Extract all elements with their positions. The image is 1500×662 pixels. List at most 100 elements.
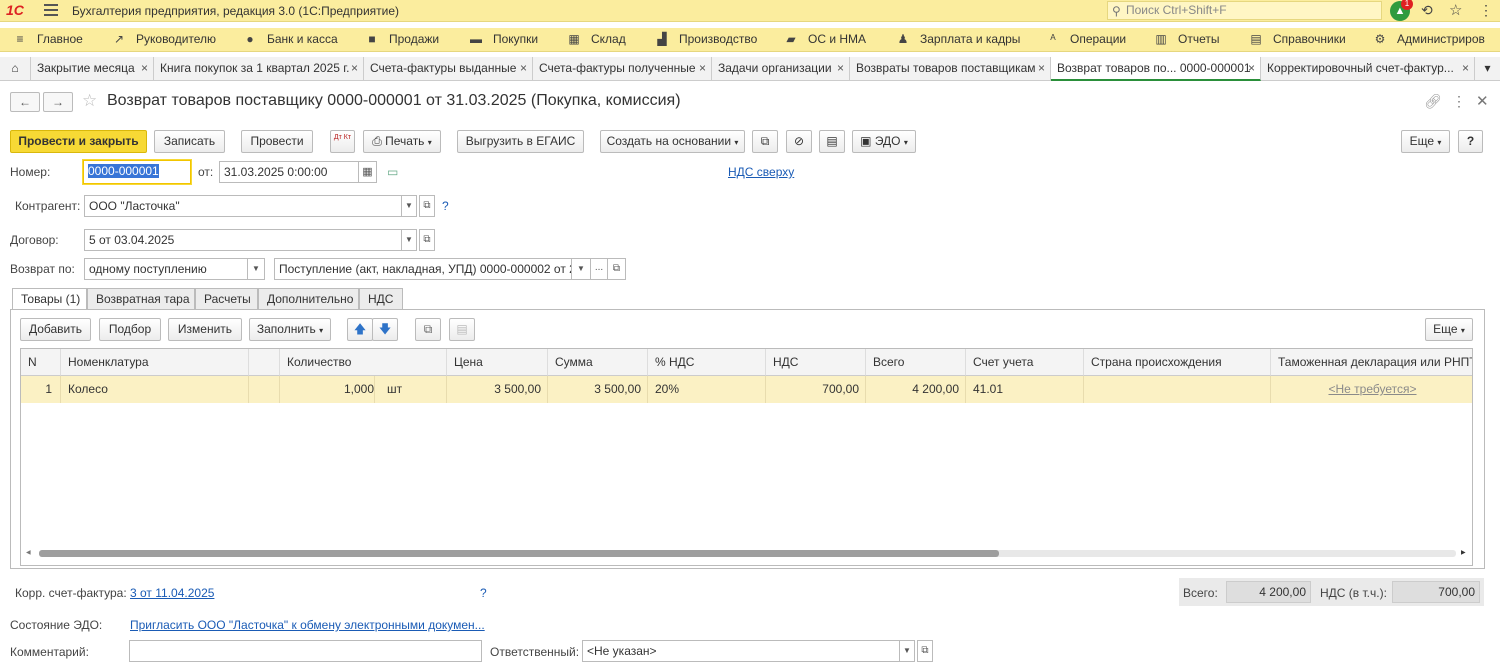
post-and-close-button[interactable]: Провести и закрыть [10, 130, 147, 153]
open-contract-icon[interactable]: ⧉ [419, 229, 435, 251]
number-field[interactable]: 0000-000001 [83, 160, 191, 184]
column-header[interactable]: N [21, 349, 61, 376]
close-icon[interactable]: × [1038, 61, 1045, 75]
dt-kt-button[interactable]: Дт Кт [330, 130, 355, 153]
cell-sum[interactable]: 3 500,00 [548, 376, 648, 403]
receipt-document-field[interactable]: Поступление (акт, накладная, УПД) 0000-0… [274, 258, 572, 280]
cell-price[interactable]: 3 500,00 [447, 376, 548, 403]
menu-item-assets[interactable]: ▰ ОС и НМА [783, 32, 866, 46]
tab-vat[interactable]: НДС [359, 288, 403, 310]
tab-goods[interactable]: Товары (1) [12, 288, 87, 311]
column-header[interactable]: Количество [280, 349, 447, 376]
menu-item-admin[interactable]: ⚙ Администриров [1372, 32, 1485, 46]
post-button[interactable]: Провести [241, 130, 313, 153]
cell-char[interactable] [249, 376, 280, 403]
counterparty-field[interactable]: ООО "Ласточка" [84, 195, 402, 217]
edo-invite-link[interactable]: Пригласить ООО "Ласточка" к обмену элект… [130, 618, 485, 632]
column-header[interactable]: Таможенная декларация или РНПТ [1271, 349, 1472, 376]
menu-item-bank[interactable]: ● Банк и касса [242, 32, 337, 46]
contract-dropdown[interactable]: ▼ [401, 229, 417, 251]
responsible-dropdown[interactable]: ▼ [899, 640, 915, 662]
column-header[interactable]: Сумма [548, 349, 648, 376]
more-button[interactable]: Еще ▾ [1401, 130, 1450, 153]
menu-item-operations[interactable]: ᴬ Операции [1045, 32, 1126, 46]
cell-account[interactable]: 41.01 [966, 376, 1084, 403]
comment-field[interactable] [129, 640, 482, 662]
cell-qty[interactable]: 1,000 [280, 376, 375, 403]
cell-vat[interactable]: 700,00 [766, 376, 866, 403]
open-counterparty-icon[interactable]: ⧉ [419, 195, 435, 217]
move-up-icon[interactable]: 🡅︎ [347, 318, 373, 341]
scrollbar-thumb[interactable] [39, 550, 999, 557]
menu-item-production[interactable]: ▟ Производство [654, 32, 757, 46]
counterparty-dropdown[interactable]: ▼ [401, 195, 417, 217]
main-menu-icon[interactable] [44, 4, 58, 16]
copy-row-icon[interactable]: ⧉ [415, 318, 441, 341]
column-header[interactable]: % НДС [648, 349, 766, 376]
menu-item-catalogs[interactable]: ▤ Справочники [1248, 32, 1345, 46]
column-header[interactable] [249, 349, 280, 376]
favorite-star-icon[interactable]: ☆ [82, 91, 97, 111]
corr-invoice-help-icon[interactable]: ? [480, 586, 487, 600]
close-icon[interactable]: × [141, 61, 148, 75]
home-tab[interactable]: ⌂ [0, 57, 31, 81]
menu-item-purchases[interactable]: ▬ Покупки [468, 32, 538, 46]
menu-item-salary[interactable]: ♟ Зарплата и кадры [895, 32, 1021, 46]
scroll-left-icon[interactable]: ◀ [26, 549, 31, 556]
column-header[interactable]: Счет учета [966, 349, 1084, 376]
menu-item-main[interactable]: ≡ Главное [12, 32, 82, 46]
report-icon[interactable]: ▤ [819, 130, 845, 153]
cell-total[interactable]: 4 200,00 [866, 376, 966, 403]
cell-item[interactable]: Колесо [61, 376, 249, 403]
vat-on-top-link[interactable]: НДС сверху [728, 165, 794, 179]
history-icon[interactable]: ⟲ [1421, 2, 1433, 19]
tab-purchase-book[interactable]: Книга покупок за 1 квартал 2025 г. × [154, 57, 364, 81]
selection-button[interactable]: Подбор [99, 318, 161, 341]
table-more-button[interactable]: Еще ▾ [1425, 318, 1473, 341]
counterparty-help-icon[interactable]: ? [442, 199, 449, 213]
tab-additional[interactable]: Дополнительно [258, 288, 359, 310]
column-header[interactable]: НДС [766, 349, 866, 376]
column-header[interactable]: Цена [447, 349, 548, 376]
close-icon[interactable]: × [351, 61, 358, 75]
cell-customs[interactable]: <Не требуется> [1271, 376, 1472, 403]
tab-org-tasks[interactable]: Задачи организации × [712, 57, 850, 81]
link-icon[interactable]: 🔗︎ [1424, 93, 1442, 110]
corr-invoice-link[interactable]: 3 от 11.04.2025 [130, 586, 214, 600]
cell-n[interactable]: 1 [21, 376, 61, 403]
menu-item-warehouse[interactable]: ▦ Склад [566, 32, 625, 46]
scroll-right-icon[interactable]: ▶ [1461, 549, 1466, 556]
menu-item-sales[interactable]: ■ Продажи [364, 32, 439, 46]
horizontal-scrollbar[interactable] [39, 550, 1456, 557]
tab-returnable-packaging[interactable]: Возвратная тара [87, 288, 195, 310]
help-button[interactable]: ? [1458, 130, 1483, 153]
menu-item-manager[interactable]: ↗ Руководителю [111, 32, 216, 46]
move-down-icon[interactable]: 🡇︎ [372, 318, 398, 341]
cell-country[interactable] [1084, 376, 1271, 403]
create-based-on-button[interactable]: Создать на основании ▾ [600, 130, 745, 153]
more-vertical-icon[interactable]: ⋮ [1452, 93, 1466, 110]
column-header[interactable]: Страна происхождения [1084, 349, 1271, 376]
contract-field[interactable]: 5 от 03.04.2025 [84, 229, 402, 251]
close-icon[interactable]: × [837, 61, 844, 75]
close-icon[interactable]: × [1462, 61, 1469, 75]
tab-corrective-invoice[interactable]: Корректировочный счет-фактур... × [1261, 57, 1475, 81]
add-row-button[interactable]: Добавить [20, 318, 91, 341]
date-edit-icon[interactable]: ▭ [387, 165, 398, 179]
close-icon[interactable]: × [1248, 61, 1255, 75]
tab-invoices-issued[interactable]: Счета-фактуры выданные × [364, 57, 533, 81]
back-button[interactable]: ← [10, 92, 40, 112]
menu-item-reports[interactable]: ▥ Отчеты [1153, 32, 1219, 46]
receipt-select-button[interactable]: ... [590, 258, 608, 280]
close-icon[interactable]: × [520, 61, 527, 75]
open-responsible-icon[interactable]: ⧉ [917, 640, 933, 662]
close-form-icon[interactable]: ✕ [1476, 92, 1489, 110]
more-vertical-icon[interactable]: ⋮ [1479, 2, 1493, 19]
save-button[interactable]: Записать [154, 130, 225, 153]
return-mode-dropdown[interactable]: ▼ [247, 258, 265, 280]
search-input[interactable]: ⚲ Поиск Ctrl+Shift+F [1107, 1, 1382, 20]
responsible-field[interactable]: <Не указан> [582, 640, 900, 662]
egais-button[interactable]: Выгрузить в ЕГАИС [457, 130, 584, 153]
open-receipt-icon[interactable]: ⧉ [607, 258, 626, 280]
close-icon[interactable]: × [699, 61, 706, 75]
